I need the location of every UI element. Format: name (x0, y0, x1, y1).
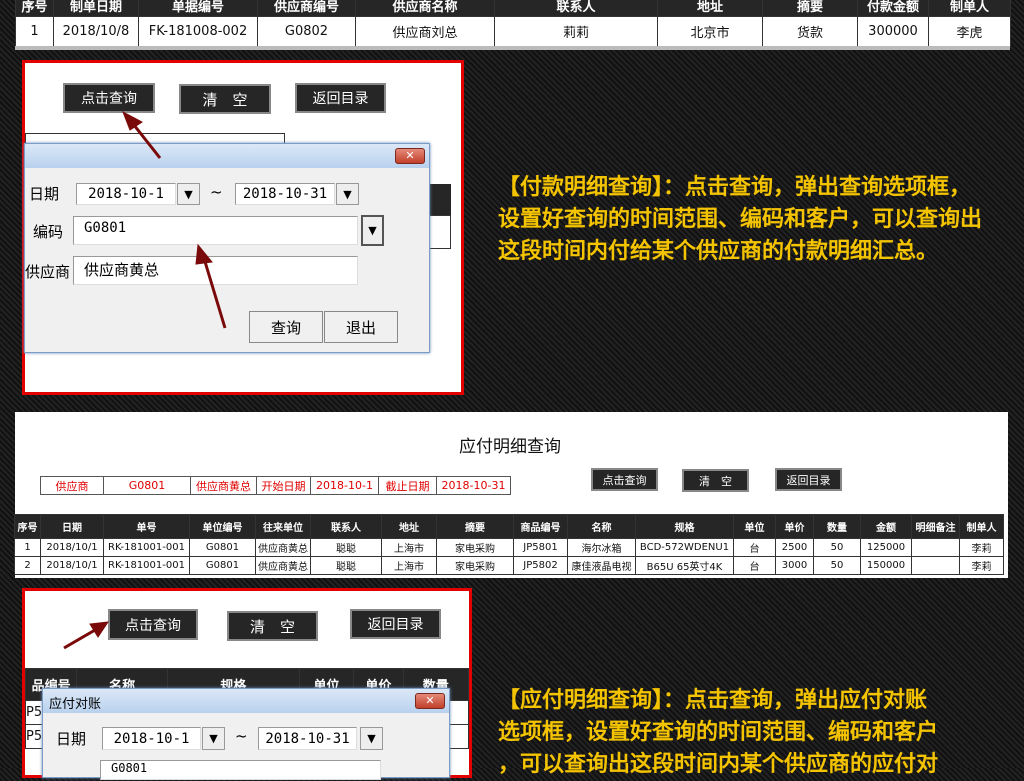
table-cell: G0801 (103, 476, 191, 495)
chevron-down-icon[interactable]: ▼ (202, 727, 225, 750)
table-cell: 150000 (860, 556, 912, 575)
column-header: 联系人 (310, 514, 382, 539)
sheet-title: 应付明细查询 (459, 437, 561, 457)
table-cell: 家电采购 (436, 538, 514, 557)
table-cell: 截止日期 (378, 476, 437, 495)
table-cell: 家电采购 (436, 556, 514, 575)
column-header: 商品编号 (513, 514, 568, 539)
table-cell: JP5802 (513, 556, 568, 575)
table-cell: G0801 (189, 556, 256, 575)
table-cell: 300000 (857, 16, 929, 47)
table-cell: RK-181001-001 (103, 556, 190, 575)
table-cell: 开始日期 (256, 476, 311, 495)
table-cell: B65U 65英寸4K (635, 556, 734, 575)
description-line: 【应付明细查询】：点击查询，弹出应付对账 (498, 688, 928, 713)
table-cell: JP5801 (513, 538, 568, 557)
payable-detail-table: 序号 日期 单号 单位编号 往来单位 联系人 地址 摘要 商品编号 名称 规格 单位 单价 数量 金额 明细备… (14, 514, 1004, 575)
tilde-label: ~ (235, 727, 248, 745)
table-cell: 台 (733, 556, 776, 575)
table-cell: 北京市 (657, 16, 763, 47)
column-header: 数量 (813, 514, 861, 539)
table-cell: BCD-572WDENU1 (635, 538, 734, 557)
table-cell: 125000 (860, 538, 912, 557)
table-cell: 50 (813, 538, 861, 557)
chevron-down-icon[interactable]: ▼ (360, 727, 383, 750)
date-to-field[interactable]: 2018-10-31 (258, 727, 357, 750)
column-header: 单位编号 (189, 514, 256, 539)
table-cell: RK-181001-001 (103, 538, 190, 557)
close-icon[interactable]: ✕ (415, 693, 445, 709)
column-header: 摘要 (436, 514, 514, 539)
column-header: 摘要 (762, 0, 858, 17)
payment-query-description: 【付款明细查询】：点击查询，弹出查询选项框，设置好查询的时间范围、编码和客户，可… (498, 175, 983, 264)
table-cell (911, 538, 960, 557)
table-cell: 上海市 (381, 556, 437, 575)
date-from-field[interactable]: 2018-10-1 (102, 727, 201, 750)
column-header: 序号 (14, 514, 41, 539)
column-header: 地址 (381, 514, 437, 539)
description-line: 选项框，设置好查询的时间范围、编码和客户 (498, 720, 939, 745)
description-line: ，可以查询出这段时间内某个供应商的应付对 (498, 752, 939, 777)
back-button[interactable]: 返回目录 (775, 468, 842, 491)
table-cell: 上海市 (381, 538, 437, 557)
column-header: 付款金额 (857, 0, 929, 17)
dialog-titlebar: 应付对账 ✕ (43, 689, 449, 713)
table-cell: 海尔冰箱 (567, 538, 636, 557)
column-header: 规格 (635, 514, 734, 539)
code-field[interactable]: G0801 (100, 760, 381, 780)
date-label: 日期 (56, 730, 87, 748)
payable-query-description: 【应付明细查询】：点击查询，弹出应付对账 选项框，设置好查询的时间范围、编码和客… (498, 685, 998, 781)
table-cell: 供应商黄总 (190, 476, 257, 495)
table-cell: 50 (813, 556, 861, 575)
column-header: 金额 (860, 514, 912, 539)
column-header: 地址 (657, 0, 763, 17)
table-cell: 李莉 (959, 538, 1004, 557)
arrow-annotation (63, 621, 110, 650)
table-cell: 李莉 (959, 556, 1004, 575)
table-cell: 供应商黄总 (255, 538, 311, 557)
column-header: 单号 (103, 514, 190, 539)
column-header: 单位 (733, 514, 776, 539)
table-cell: 莉莉 (494, 16, 658, 47)
column-header: 制单人 (959, 514, 1004, 539)
table-cell: 聪聪 (310, 556, 382, 575)
column-header: 联系人 (494, 0, 658, 17)
table-cell: 2018-10-1 (310, 476, 379, 495)
table-cell: 供应商 (40, 476, 104, 495)
column-header: 名称 (567, 514, 636, 539)
column-header: 日期 (40, 514, 104, 539)
arrow-annotation (122, 110, 227, 329)
table-cell: 3000 (775, 556, 814, 575)
table-cell: 供应商黄总 (255, 556, 311, 575)
column-header: 单价 (775, 514, 814, 539)
table-cell: 1 (14, 538, 41, 557)
table-cell: 2500 (775, 538, 814, 557)
dialog-title: 应付对账 (49, 697, 102, 712)
filter-row: 供应商 G0801 供应商黄总 开始日期 2018-10-1 截止日期 2018-10-31 (40, 476, 511, 495)
column-header: 往来单位 (255, 514, 311, 539)
table-cell: 货款 (762, 16, 858, 47)
table-cell: 2018/10/1 (40, 538, 104, 557)
table-cell: 2018-10-31 (436, 476, 511, 495)
column-header: 制单人 (928, 0, 1011, 17)
table-cell: G0801 (189, 538, 256, 557)
clear-button[interactable]: 清 空 (682, 469, 749, 492)
column-header: 明细备注 (911, 514, 960, 539)
table-cell (911, 556, 960, 575)
table-cell: 2 (14, 556, 41, 575)
table-cell: 聪聪 (310, 538, 382, 557)
query-button[interactable]: 点击查询 (591, 468, 658, 491)
table-cell: 康佳液晶电视 (567, 556, 636, 575)
table-cell: 2018/10/1 (40, 556, 104, 575)
table-cell: 李虎 (928, 16, 1011, 47)
table-cell: 台 (733, 538, 776, 557)
